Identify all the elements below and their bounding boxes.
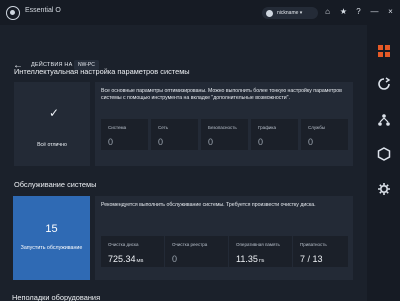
metric-label: Приватность: [300, 242, 327, 247]
metric-label: Система: [108, 125, 127, 130]
help-icon[interactable]: ?: [353, 6, 364, 18]
maintenance-count: 15: [45, 223, 58, 235]
metric-privacy: Приватность 7 / 13: [293, 236, 348, 267]
optimization-description: Все основные параметры оптимизированы. М…: [101, 88, 342, 101]
home-icon[interactable]: ⌂: [322, 6, 333, 18]
metric-registry-cleanup: Очистка реестра 0: [165, 236, 228, 267]
star-icon[interactable]: ★: [338, 6, 349, 18]
metric-system: Система 0: [101, 119, 148, 150]
maintenance-description: Рекомендуется выполнить обслуживание сис…: [101, 202, 316, 208]
account-button[interactable]: nickname ▾: [262, 7, 318, 19]
optimization-status-text: Всё отлично: [37, 142, 67, 148]
metric-label: Оперативная память: [236, 242, 280, 247]
maintenance-details-panel: Рекомендуется выполнить обслуживание сис…: [95, 196, 353, 280]
metric-value: 0: [208, 137, 214, 147]
refresh-icon[interactable]: [377, 77, 391, 91]
metric-value: 11.35ГБ: [236, 254, 265, 264]
metric-label: Сеть: [158, 125, 169, 130]
metric-label: Службы: [308, 125, 326, 130]
settings-icon[interactable]: [377, 182, 391, 196]
metric-disk-cleanup: Очистка диска 725.34MB: [101, 236, 164, 267]
maintenance-section-title: Обслуживание системы: [14, 180, 97, 189]
main-content: ← ДЕЙСТВИЯ НА NW-PC Интеллектуальная нас…: [0, 25, 367, 301]
metric-value: 7 / 13: [300, 254, 323, 264]
account-name: nickname ▾: [277, 10, 303, 16]
metric-security: Безопасность 0: [201, 119, 248, 150]
metric-ram: Оперативная память 11.35ГБ: [229, 236, 292, 267]
app-title: Essential O: [25, 7, 61, 14]
run-maintenance-label: Запустить обслуживание: [20, 245, 83, 251]
hexagon-icon[interactable]: [377, 147, 391, 161]
optimization-section-title: Интеллектуальная настройка параметров си…: [14, 67, 190, 76]
sidebar: [367, 25, 400, 301]
metric-value: 0: [308, 137, 314, 147]
metric-label: Графика: [258, 125, 276, 130]
metric-value: 0: [158, 137, 164, 147]
minimize-icon[interactable]: —: [369, 6, 380, 18]
title-bar: Essential O nickname ▾ ⌂ ★ ? — ×: [0, 0, 400, 25]
metric-graphics: Графика 0: [251, 119, 298, 150]
metric-label: Очистка диска: [108, 242, 139, 247]
metric-label: Безопасность: [208, 125, 237, 130]
close-icon[interactable]: ×: [385, 6, 396, 18]
run-maintenance-button[interactable]: 15 Запустить обслуживание: [13, 196, 90, 280]
dashboard-icon[interactable]: [377, 44, 391, 58]
optimization-status-card: ✓ Всё отлично: [14, 82, 90, 166]
hardware-issues-title: Неполадки оборудования: [12, 293, 101, 301]
metric-value: 0: [172, 254, 178, 264]
metric-services: Службы 0: [301, 119, 348, 150]
metric-unit: MB: [136, 258, 144, 263]
metric-unit: ГБ: [258, 258, 265, 263]
metric-network: Сеть 0: [151, 119, 198, 150]
check-icon: ✓: [49, 106, 60, 120]
optimization-details-panel: Все основные параметры оптимизированы. М…: [95, 82, 353, 166]
account-icon: [266, 10, 273, 17]
metric-value: 0: [258, 137, 264, 147]
metric-value: 725.34MB: [108, 254, 144, 264]
app-logo-icon: [6, 6, 20, 20]
metric-label: Очистка реестра: [172, 242, 208, 247]
metric-value: 0: [108, 137, 114, 147]
network-icon[interactable]: [377, 113, 391, 127]
